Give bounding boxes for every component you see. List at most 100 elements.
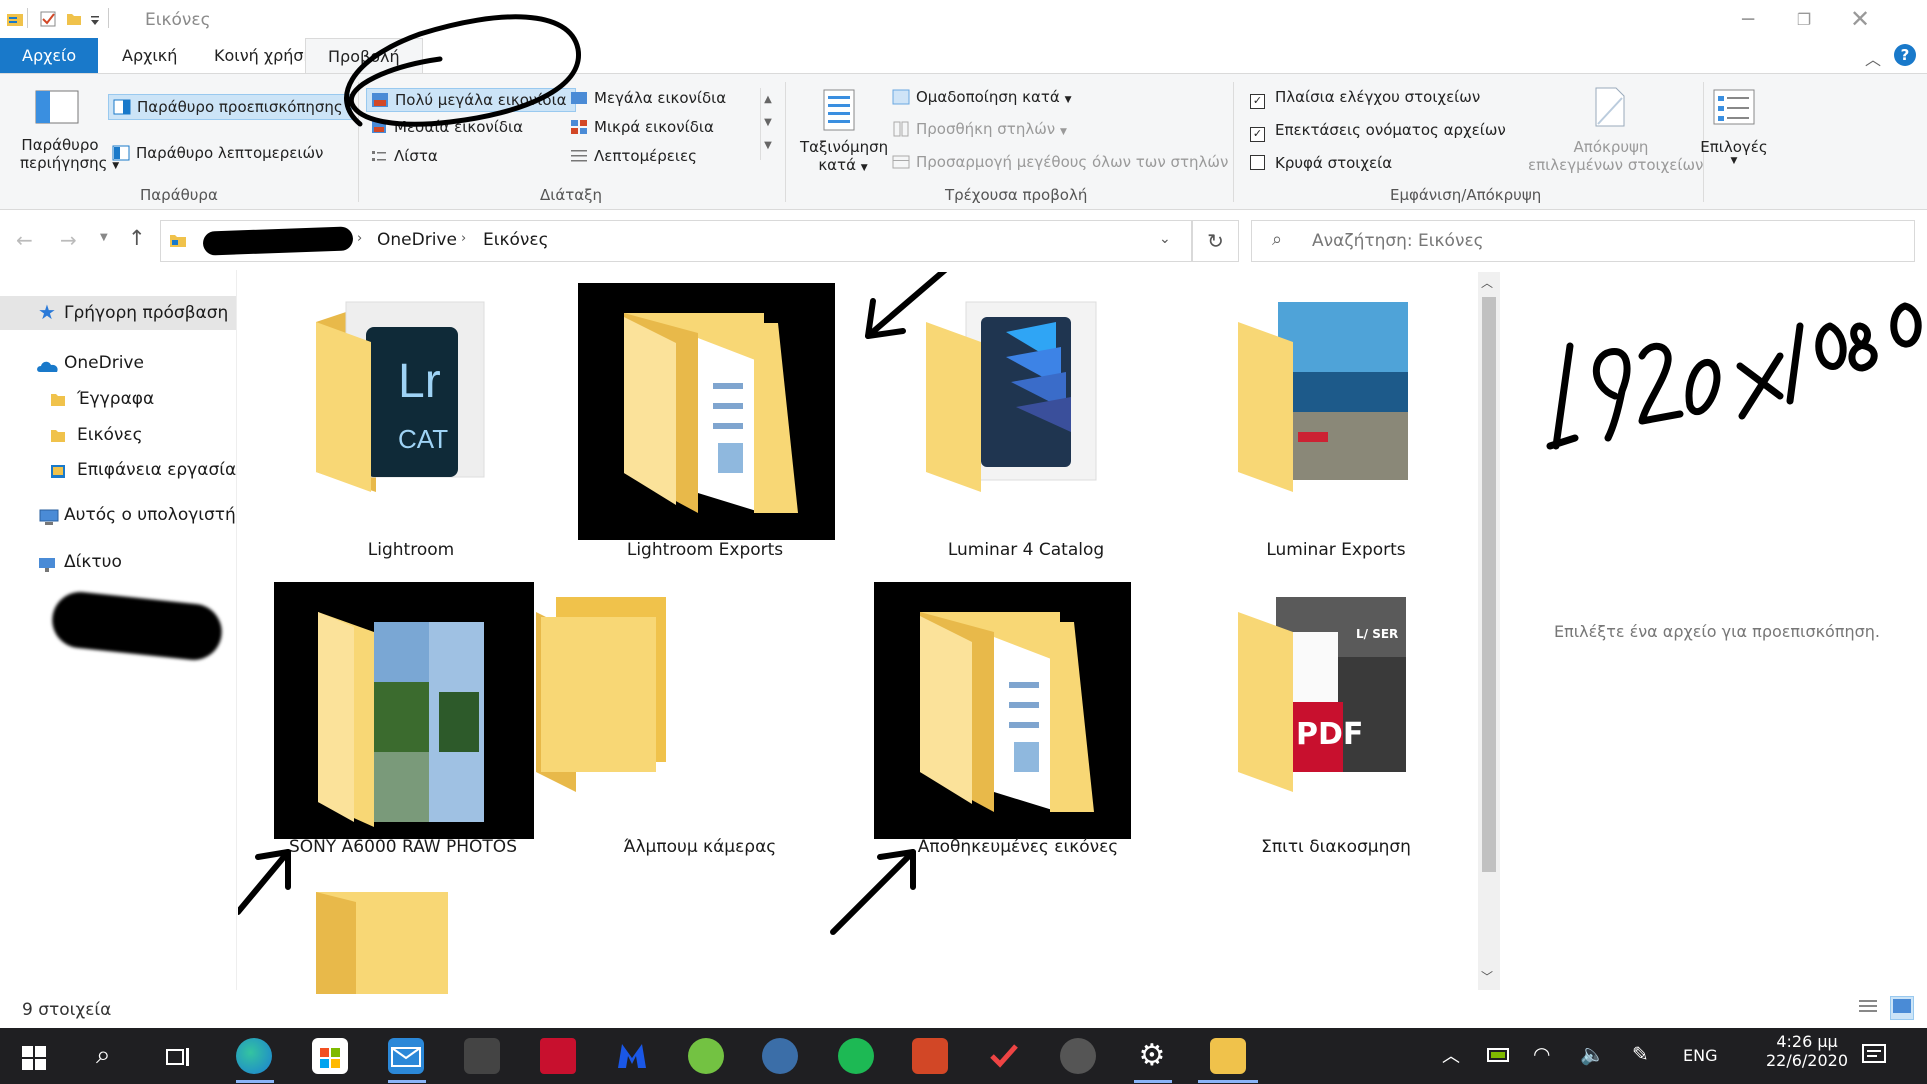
small-icons-button[interactable]: Μικρά εικονίδια <box>570 118 714 136</box>
folder-lightroom-exports-highlight[interactable] <box>578 283 835 540</box>
tasks-app-icon[interactable] <box>986 1038 1022 1074</box>
nav-item-pictures[interactable]: Εικόνες <box>77 425 143 445</box>
crumb-pictures[interactable]: Εικόνες <box>483 230 549 250</box>
new-folder-icon[interactable] <box>66 11 82 27</box>
utorrent-icon[interactable] <box>688 1038 724 1074</box>
scrollbar-thumb[interactable] <box>1482 297 1496 872</box>
start-icon[interactable] <box>22 1046 46 1074</box>
hidden-items-checkbox[interactable] <box>1250 155 1265 170</box>
nav-item-this-pc[interactable]: Αυτός ο υπολογιστής <box>64 505 236 525</box>
search-box[interactable]: ⌕ Αναζήτηση: Εικόνες <box>1251 220 1915 262</box>
add-columns-button[interactable]: Προσθήκη στηλών ▼ <box>892 120 1067 138</box>
show-hidden-icons[interactable]: ︿ <box>1442 1042 1460 1068</box>
size-columns-button[interactable]: Προσαρμογή μεγέθους όλων των στηλών <box>892 153 1228 171</box>
tab-file[interactable]: Αρχείο <box>0 38 99 73</box>
notifications-icon[interactable] <box>1862 1044 1886 1070</box>
folder-saved-pictures-highlight[interactable] <box>874 582 1131 839</box>
file-explorer-icon[interactable] <box>1210 1038 1246 1074</box>
mail-icon[interactable] <box>388 1038 424 1074</box>
clock[interactable]: 4:26 μμ 22/6/2020 <box>1762 1032 1852 1070</box>
folder-home-decor-thumb[interactable]: PDF L/ SER <box>1238 592 1413 796</box>
folder-camera-roll-thumb[interactable] <box>536 592 711 796</box>
folder-sony-highlight[interactable] <box>274 582 534 839</box>
ink-arrow-1 <box>865 272 948 339</box>
extensions-toggle[interactable]: ✓ Επεκτάσεις ονόματος αρχείων <box>1250 121 1506 142</box>
football-app-icon[interactable] <box>762 1038 798 1074</box>
address-bar[interactable]: › OneDrive › Εικόνες ⌄ <box>160 220 1192 262</box>
restore-button[interactable]: ❐ <box>1776 0 1832 38</box>
hide-selected-button[interactable]: Απόκρυψη επιλεγμένων στοιχείων <box>1528 138 1703 174</box>
group-by-button[interactable]: Ομαδοποίηση κατά ▼ <box>892 88 1072 106</box>
folder-name-luminar-exports[interactable]: Luminar Exports <box>1186 540 1478 560</box>
properties-icon[interactable] <box>40 11 56 27</box>
folder-luminar-exports-thumb[interactable] <box>1238 292 1413 496</box>
scroll-down-icon[interactable]: ﹀ <box>1481 968 1493 985</box>
nav-pane-button[interactable]: Παράθυρο περιήγησης ▼ <box>20 136 119 172</box>
popcorn-icon[interactable] <box>540 1038 576 1074</box>
sort-by-icon[interactable] <box>820 88 864 136</box>
details-layout-icon[interactable] <box>1858 998 1878 1018</box>
details-pane-button[interactable]: Παράθυρο λεπτομερειών <box>112 144 323 162</box>
hras-app-icon[interactable] <box>464 1038 500 1074</box>
nav-item-desktop[interactable]: Επιφάνεια εργασίας <box>77 460 236 480</box>
large-icons-button[interactable]: Μεγάλα εικονίδια <box>570 89 726 107</box>
forward-button[interactable]: → <box>60 228 77 252</box>
language-indicator[interactable]: ENG <box>1683 1046 1717 1065</box>
redacted-path <box>202 226 354 256</box>
wifi-icon[interactable]: ◠ <box>1533 1042 1550 1066</box>
folder-name-lightroom[interactable]: Lightroom <box>261 540 561 560</box>
folder-name-luminar-catalog[interactable]: Luminar 4 Catalog <box>876 540 1176 560</box>
task-view-icon[interactable] <box>166 1046 192 1072</box>
store-icon[interactable] <box>312 1038 348 1074</box>
collapse-ribbon-icon[interactable]: ︿ <box>1865 46 1881 70</box>
tab-home[interactable]: Αρχική <box>100 38 199 73</box>
crumb-onedrive[interactable]: OneDrive <box>377 230 457 250</box>
item-checkboxes-toggle[interactable]: ✓ Πλαίσια ελέγχου στοιχείων <box>1250 88 1480 109</box>
volume-icon[interactable]: 🔈 <box>1580 1042 1605 1066</box>
close-button[interactable]: ✕ <box>1832 0 1888 38</box>
folder-partial-thumb[interactable] <box>316 892 456 994</box>
sort-by-button[interactable]: Ταξινόμηση κατά ▼ <box>800 138 888 174</box>
nav-item-onedrive[interactable]: OneDrive <box>64 353 144 373</box>
vertical-scrollbar[interactable]: ︿ ﹀ <box>1478 272 1500 990</box>
address-dropdown-icon[interactable]: ⌄ <box>1159 231 1171 247</box>
battery-icon[interactable] <box>1487 1046 1511 1068</box>
pen-icon[interactable]: ✎ <box>1632 1042 1649 1066</box>
item-checkboxes-checkbox[interactable]: ✓ <box>1250 94 1265 109</box>
folder-lightroom-thumb[interactable]: Lr CAT <box>316 292 491 496</box>
up-button[interactable]: ↑ <box>128 226 146 250</box>
preview-pane-button[interactable]: Παράθυρο προεπισκόπησης <box>108 94 352 120</box>
folder-name-home-decor[interactable]: Σπιτι διακοσμηση <box>1186 837 1478 857</box>
customize-toolbar-icon[interactable] <box>90 13 106 29</box>
groove-icon[interactable] <box>1060 1038 1096 1074</box>
large-icons-layout-icon[interactable] <box>1890 996 1914 1020</box>
folder-name-camera-roll[interactable]: Άλμπουμ κάμερας <box>550 837 850 857</box>
list-button[interactable]: Λίστα <box>370 147 438 165</box>
extensions-checkbox[interactable]: ✓ <box>1250 127 1265 142</box>
minimize-button[interactable]: ─ <box>1720 0 1776 38</box>
nav-pane-icon[interactable] <box>35 90 79 128</box>
malwarebytes-icon[interactable] <box>614 1038 650 1074</box>
edge-icon[interactable] <box>236 1038 272 1074</box>
scroll-up-icon[interactable]: ︿ <box>1481 274 1493 291</box>
settings-icon[interactable]: ⚙ <box>1134 1038 1170 1074</box>
layout-scroll[interactable]: ▲ ▼ ▼ <box>760 88 775 160</box>
nav-item-documents[interactable]: Έγγραφα <box>77 389 154 409</box>
nav-item-quick-access[interactable]: ★ Γρήγορη πρόσβαση <box>0 296 236 330</box>
details-view-button[interactable]: Λεπτομέρειες <box>570 147 697 165</box>
powerpoint-icon[interactable] <box>912 1038 948 1074</box>
recent-locations-icon[interactable]: ▼ <box>100 232 108 243</box>
options-button[interactable]: Επιλογές ▼ <box>1700 138 1768 166</box>
help-icon[interactable]: ? <box>1894 44 1916 66</box>
spotify-icon[interactable] <box>838 1038 874 1074</box>
search-taskbar-icon[interactable]: ⌕ <box>96 1040 111 1071</box>
hidden-items-toggle[interactable]: Κρυφά στοιχεία <box>1250 154 1392 172</box>
refresh-button[interactable]: ↻ <box>1192 220 1239 262</box>
options-icon[interactable] <box>1712 88 1756 132</box>
explorer-icon[interactable] <box>6 11 23 27</box>
hide-selected-icon[interactable] <box>1592 86 1628 132</box>
folder-name-lightroom-exports[interactable]: Lightroom Exports <box>555 540 855 560</box>
nav-item-network[interactable]: Δίκτυο <box>64 552 122 572</box>
lr-cat-text: CAT <box>398 424 449 454</box>
back-button[interactable]: ← <box>16 228 33 252</box>
